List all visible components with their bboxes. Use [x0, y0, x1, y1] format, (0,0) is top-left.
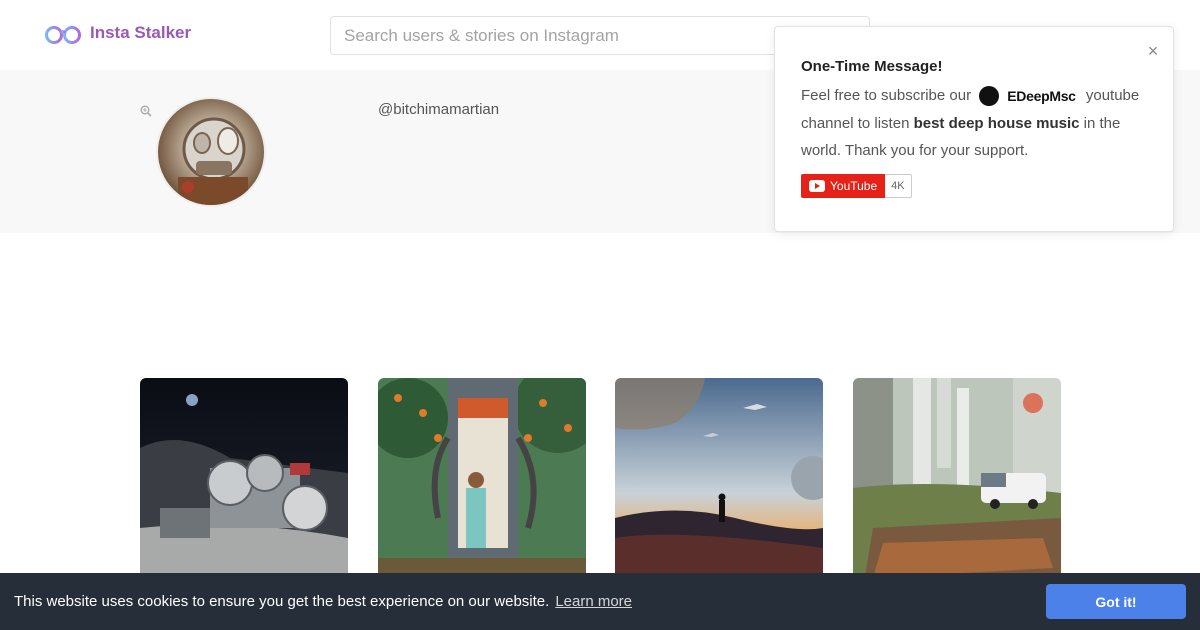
subscriber-count: 4K	[885, 174, 912, 198]
profile-username: @bitchimamartian	[378, 101, 500, 118]
post-thumbnail[interactable]	[853, 378, 1061, 588]
got-it-button[interactable]: Got it!	[1046, 584, 1186, 619]
youtube-subscribe-button[interactable]: YouTube	[801, 174, 886, 198]
glasses-logo-icon	[45, 26, 81, 44]
brand-logo[interactable]: Insta Stalker	[44, 22, 191, 44]
channel-avatar-icon	[979, 86, 1000, 107]
learn-more-link[interactable]: Learn more	[555, 593, 632, 610]
post-thumbnail[interactable]	[615, 378, 823, 588]
popup-text-before: Feel free to subscribe our	[801, 87, 972, 104]
popup-message: Feel free to subscribe our EDeepMsc yout…	[801, 82, 1151, 164]
channel-logo[interactable]: EDeepMsc	[979, 83, 1076, 110]
zoom-in-icon[interactable]	[140, 105, 152, 117]
cookie-consent-bar: This website uses cookies to ensure you …	[0, 573, 1200, 630]
channel-name: EDeepMsc	[1007, 87, 1076, 104]
youtube-subscribe-widget[interactable]: YouTube 4K	[801, 174, 912, 198]
popup-title: One-Time Message!	[801, 58, 943, 75]
popup-bold-text: best deep house music	[913, 114, 1080, 132]
post-thumbnail[interactable]	[140, 378, 348, 588]
post-thumbnail[interactable]	[378, 378, 586, 588]
post-gallery	[140, 378, 1061, 588]
one-time-message-popup: × One-Time Message! Feel free to subscri…	[774, 26, 1174, 232]
profile-avatar[interactable]	[156, 97, 266, 207]
youtube-play-icon	[809, 180, 825, 192]
cookie-message: This website uses cookies to ensure you …	[14, 593, 550, 610]
brand-name: Insta Stalker	[90, 23, 192, 42]
close-icon[interactable]: ×	[1145, 42, 1161, 60]
youtube-label: YouTube	[830, 179, 878, 193]
